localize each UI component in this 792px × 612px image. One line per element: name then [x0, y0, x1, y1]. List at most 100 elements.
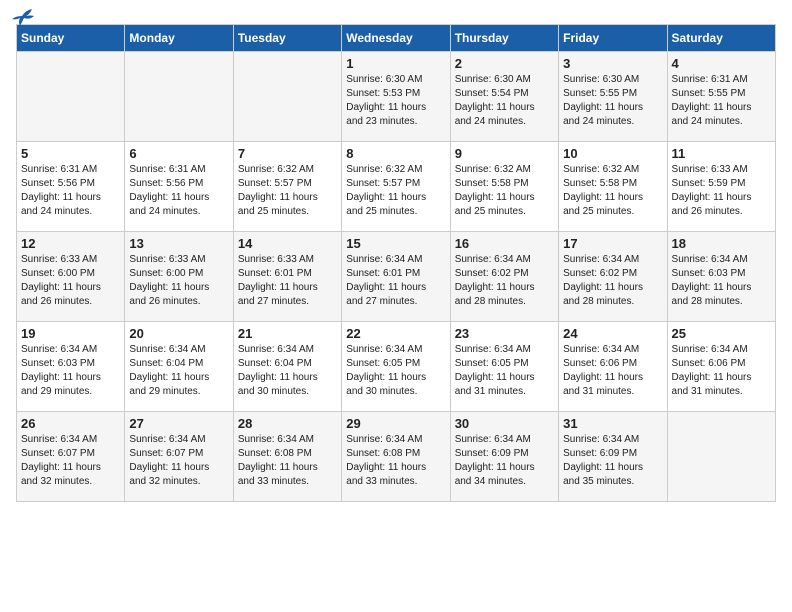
calendar-cell: 27 Sunrise: 6:34 AM Sunset: 6:07 PM Dayli… — [125, 412, 233, 502]
calendar-cell: 20 Sunrise: 6:34 AM Sunset: 6:04 PM Dayli… — [125, 322, 233, 412]
day-info: Sunrise: 6:34 AM Sunset: 6:04 PM Dayligh… — [129, 343, 228, 399]
weekday-header-tuesday: Tuesday — [233, 25, 341, 52]
day-number: 28 — [238, 416, 337, 431]
calendar-cell: 30 Sunrise: 6:34 AM Sunset: 6:09 PM Dayli… — [450, 412, 558, 502]
calendar-cell: 9 Sunrise: 6:32 AM Sunset: 5:58 PM Daylig… — [450, 142, 558, 232]
day-info: Sunrise: 6:33 AM Sunset: 6:00 PM Dayligh… — [129, 253, 228, 309]
day-number: 8 — [346, 146, 445, 161]
day-info: Sunrise: 6:32 AM Sunset: 5:57 PM Dayligh… — [238, 163, 337, 219]
day-info: Sunrise: 6:32 AM Sunset: 5:57 PM Dayligh… — [346, 163, 445, 219]
calendar-cell: 23 Sunrise: 6:34 AM Sunset: 6:05 PM Dayli… — [450, 322, 558, 412]
calendar-cell: 29Sunrise: 6:34 AM Sunset: 6:08 PM Dayli… — [342, 412, 450, 502]
day-info: Sunrise: 6:34 AM Sunset: 6:02 PM Dayligh… — [455, 253, 554, 309]
calendar-cell — [233, 52, 341, 142]
day-number: 17 — [563, 236, 662, 251]
logo-bird-icon — [12, 8, 34, 26]
day-number: 27 — [129, 416, 228, 431]
weekday-header-friday: Friday — [559, 25, 667, 52]
calendar-cell: 28 Sunrise: 6:34 AM Sunset: 6:08 PM Dayli… — [233, 412, 341, 502]
day-info: Sunrise: 6:30 AM Sunset: 5:55 PM Dayligh… — [563, 73, 662, 129]
day-number: 19 — [21, 326, 120, 341]
day-number: 3 — [563, 56, 662, 71]
calendar-cell: 16Sunrise: 6:34 AM Sunset: 6:02 PM Dayli… — [450, 232, 558, 322]
day-number: 25 — [672, 326, 771, 341]
calendar-cell: 22 Sunrise: 6:34 AM Sunset: 6:05 PM Dayli… — [342, 322, 450, 412]
day-info: Sunrise: 6:32 AM Sunset: 5:58 PM Dayligh… — [455, 163, 554, 219]
calendar-cell: 6 Sunrise: 6:31 AM Sunset: 5:56 PM Daylig… — [125, 142, 233, 232]
calendar-cell: 14 Sunrise: 6:33 AM Sunset: 6:01 PM Dayli… — [233, 232, 341, 322]
calendar-cell — [125, 52, 233, 142]
day-number: 9 — [455, 146, 554, 161]
calendar-cell: 13 Sunrise: 6:33 AM Sunset: 6:00 PM Dayli… — [125, 232, 233, 322]
calendar-cell — [667, 412, 775, 502]
day-info: Sunrise: 6:34 AM Sunset: 6:09 PM Dayligh… — [455, 433, 554, 489]
day-info: Sunrise: 6:34 AM Sunset: 6:04 PM Dayligh… — [238, 343, 337, 399]
calendar-cell: 31 Sunrise: 6:34 AM Sunset: 6:09 PM Dayli… — [559, 412, 667, 502]
calendar-cell: 10 Sunrise: 6:32 AM Sunset: 5:58 PM Dayli… — [559, 142, 667, 232]
day-info: Sunrise: 6:34 AM Sunset: 6:09 PM Dayligh… — [563, 433, 662, 489]
day-info: Sunrise: 6:34 AM Sunset: 6:05 PM Dayligh… — [346, 343, 445, 399]
day-number: 15 — [346, 236, 445, 251]
day-info: Sunrise: 6:31 AM Sunset: 5:56 PM Dayligh… — [21, 163, 120, 219]
weekday-header-sunday: Sunday — [17, 25, 125, 52]
day-info: Sunrise: 6:34 AM Sunset: 6:07 PM Dayligh… — [21, 433, 120, 489]
day-info: Sunrise: 6:33 AM Sunset: 6:00 PM Dayligh… — [21, 253, 120, 309]
day-number: 29 — [346, 416, 445, 431]
day-number: 18 — [672, 236, 771, 251]
day-info: Sunrise: 6:33 AM Sunset: 6:01 PM Dayligh… — [238, 253, 337, 309]
day-info: Sunrise: 6:34 AM Sunset: 6:03 PM Dayligh… — [672, 253, 771, 309]
calendar-week-row: 12Sunrise: 6:33 AM Sunset: 6:00 PM Dayli… — [17, 232, 776, 322]
calendar-cell: 11 Sunrise: 6:33 AM Sunset: 5:59 PM Dayli… — [667, 142, 775, 232]
calendar-cell: 18 Sunrise: 6:34 AM Sunset: 6:03 PM Dayli… — [667, 232, 775, 322]
calendar-cell: 25 Sunrise: 6:34 AM Sunset: 6:06 PM Dayli… — [667, 322, 775, 412]
day-info: Sunrise: 6:30 AM Sunset: 5:53 PM Dayligh… — [346, 73, 445, 129]
day-number: 4 — [672, 56, 771, 71]
day-info: Sunrise: 6:34 AM Sunset: 6:07 PM Dayligh… — [129, 433, 228, 489]
calendar-cell: 2Sunrise: 6:30 AM Sunset: 5:54 PM Daylig… — [450, 52, 558, 142]
day-info: Sunrise: 6:34 AM Sunset: 6:02 PM Dayligh… — [563, 253, 662, 309]
day-info: Sunrise: 6:34 AM Sunset: 6:01 PM Dayligh… — [346, 253, 445, 309]
day-number: 26 — [21, 416, 120, 431]
day-info: Sunrise: 6:33 AM Sunset: 5:59 PM Dayligh… — [672, 163, 771, 219]
weekday-header-wednesday: Wednesday — [342, 25, 450, 52]
calendar-cell: 3 Sunrise: 6:30 AM Sunset: 5:55 PM Daylig… — [559, 52, 667, 142]
calendar-cell: 15 Sunrise: 6:34 AM Sunset: 6:01 PM Dayli… — [342, 232, 450, 322]
day-number: 23 — [455, 326, 554, 341]
calendar-cell: 24Sunrise: 6:34 AM Sunset: 6:06 PM Dayli… — [559, 322, 667, 412]
day-info: Sunrise: 6:34 AM Sunset: 6:08 PM Dayligh… — [238, 433, 337, 489]
day-info: Sunrise: 6:31 AM Sunset: 5:55 PM Dayligh… — [672, 73, 771, 129]
day-number: 7 — [238, 146, 337, 161]
day-number: 22 — [346, 326, 445, 341]
day-number: 6 — [129, 146, 228, 161]
day-number: 20 — [129, 326, 228, 341]
calendar-cell: 5 Sunrise: 6:31 AM Sunset: 5:56 PM Daylig… — [17, 142, 125, 232]
weekday-header-thursday: Thursday — [450, 25, 558, 52]
day-info: Sunrise: 6:34 AM Sunset: 6:06 PM Dayligh… — [672, 343, 771, 399]
calendar-cell: 26 Sunrise: 6:34 AM Sunset: 6:07 PM Dayli… — [17, 412, 125, 502]
day-info: Sunrise: 6:34 AM Sunset: 6:05 PM Dayligh… — [455, 343, 554, 399]
calendar-cell: 8 Sunrise: 6:32 AM Sunset: 5:57 PM Daylig… — [342, 142, 450, 232]
calendar-cell: 1 Sunrise: 6:30 AM Sunset: 5:53 PM Daylig… — [342, 52, 450, 142]
calendar-cell: 21Sunrise: 6:34 AM Sunset: 6:04 PM Dayli… — [233, 322, 341, 412]
weekday-header-saturday: Saturday — [667, 25, 775, 52]
day-number: 10 — [563, 146, 662, 161]
calendar-table: SundayMondayTuesdayWednesdayThursdayFrid… — [16, 24, 776, 502]
day-number: 31 — [563, 416, 662, 431]
day-number: 13 — [129, 236, 228, 251]
day-number: 30 — [455, 416, 554, 431]
day-number: 11 — [672, 146, 771, 161]
day-info: Sunrise: 6:32 AM Sunset: 5:58 PM Dayligh… — [563, 163, 662, 219]
weekday-header-monday: Monday — [125, 25, 233, 52]
calendar-week-row: 26 Sunrise: 6:34 AM Sunset: 6:07 PM Dayli… — [17, 412, 776, 502]
day-info: Sunrise: 6:34 AM Sunset: 6:03 PM Dayligh… — [21, 343, 120, 399]
day-number: 2 — [455, 56, 554, 71]
calendar-week-row: 19 Sunrise: 6:34 AM Sunset: 6:03 PM Dayli… — [17, 322, 776, 412]
day-number: 5 — [21, 146, 120, 161]
calendar-week-row: 5 Sunrise: 6:31 AM Sunset: 5:56 PM Daylig… — [17, 142, 776, 232]
day-number: 14 — [238, 236, 337, 251]
calendar-cell: 12Sunrise: 6:33 AM Sunset: 6:00 PM Dayli… — [17, 232, 125, 322]
calendar-cell: 17 Sunrise: 6:34 AM Sunset: 6:02 PM Dayli… — [559, 232, 667, 322]
day-number: 1 — [346, 56, 445, 71]
calendar-cell: 19 Sunrise: 6:34 AM Sunset: 6:03 PM Dayli… — [17, 322, 125, 412]
day-info: Sunrise: 6:31 AM Sunset: 5:56 PM Dayligh… — [129, 163, 228, 219]
